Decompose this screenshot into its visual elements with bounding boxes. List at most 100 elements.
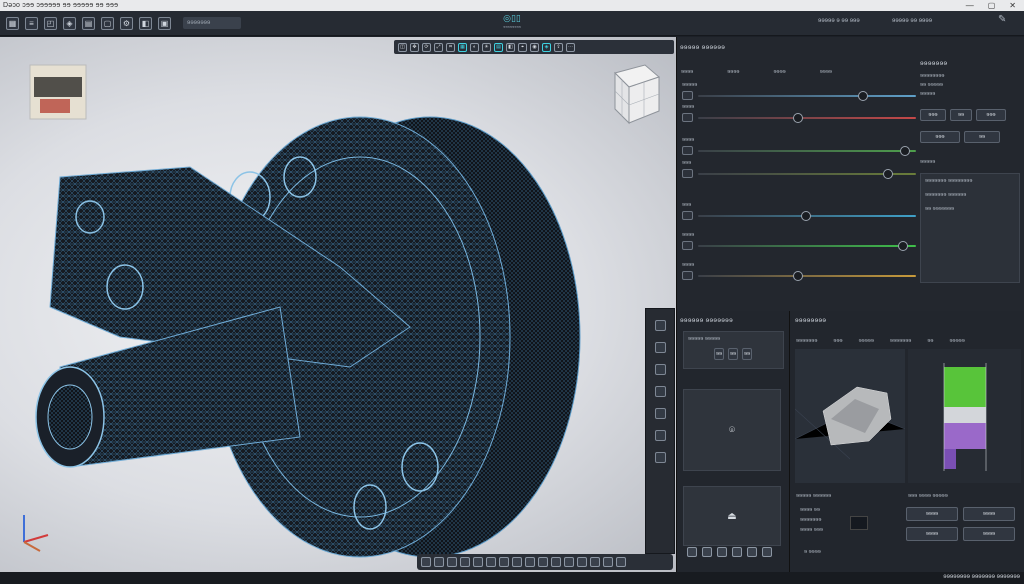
shade-icon[interactable]: ◐ xyxy=(470,42,479,52)
record-icon[interactable] xyxy=(447,557,457,567)
slider-track[interactable] xyxy=(698,95,916,97)
slider-knob[interactable] xyxy=(897,241,908,251)
slider-row[interactable]: ɘɘɘɘ xyxy=(680,262,916,282)
light-icon[interactable]: ☀ xyxy=(482,42,491,52)
scale-icon[interactable]: ⤢ xyxy=(434,42,443,52)
tool-7-icon[interactable] xyxy=(654,452,666,463)
nav-1-icon[interactable] xyxy=(687,547,697,557)
user-icon[interactable]: ✎ xyxy=(998,14,1006,25)
cube-icon[interactable]: ◈ xyxy=(63,16,76,30)
tab-3[interactable]: ɘɘɘɘ xyxy=(774,69,786,75)
slider-knob[interactable] xyxy=(800,211,811,221)
action-btn-2[interactable]: ɘɘɘɘ xyxy=(963,507,1015,521)
shadow-icon[interactable] xyxy=(551,557,561,567)
zoom-icon[interactable] xyxy=(486,557,496,567)
layers-icon[interactable]: ≡ xyxy=(25,16,38,30)
slider-row[interactable]: ɘɘɘɘɘ xyxy=(680,82,916,102)
slider-track[interactable] xyxy=(698,245,916,247)
light2-icon[interactable] xyxy=(538,557,548,567)
action-btn-4[interactable]: ɘɘɘɘ xyxy=(963,527,1015,541)
tab-4[interactable]: ɘɘɘɘ xyxy=(820,69,832,75)
slider-knob[interactable] xyxy=(792,271,803,281)
nav-4-icon[interactable] xyxy=(732,547,742,557)
render-icon[interactable]: ◈ xyxy=(542,42,551,52)
color-swatch[interactable] xyxy=(850,516,868,530)
sub-btn-2[interactable]: ɘɘ xyxy=(950,109,972,121)
tool-3-icon[interactable] xyxy=(654,364,666,375)
chip-1[interactable]: ɘɘ xyxy=(714,348,724,360)
nav-6-icon[interactable] xyxy=(762,547,772,557)
sub-btn-3[interactable]: ɘɘɘ xyxy=(976,109,1006,121)
texture-icon[interactable] xyxy=(564,557,574,567)
move-icon[interactable]: ✥ xyxy=(410,42,419,52)
slider-knob[interactable] xyxy=(882,169,893,179)
action-btn-1[interactable]: ɘɘɘɘ xyxy=(906,507,958,521)
preview-card-2[interactable]: ⏏ xyxy=(683,486,781,546)
slider-knob[interactable] xyxy=(899,146,910,156)
split-icon[interactable]: ◧ xyxy=(139,16,152,30)
tool-5-icon[interactable] xyxy=(654,408,666,419)
xray-icon[interactable] xyxy=(590,557,600,567)
export-icon[interactable]: ⇪ xyxy=(554,42,563,52)
slider-track[interactable] xyxy=(698,275,916,277)
slider-knob[interactable] xyxy=(792,113,803,123)
settings-icon[interactable]: ⚙ xyxy=(120,16,133,30)
tool-1-icon[interactable] xyxy=(654,320,666,331)
minimize-button[interactable]: — xyxy=(966,1,974,10)
slider-row[interactable]: ɘɘɘ xyxy=(680,160,916,180)
nav-5-icon[interactable] xyxy=(747,547,757,557)
more-icon[interactable]: ⋯ xyxy=(566,42,575,52)
section-icon[interactable]: ◧ xyxy=(506,42,515,52)
slider-track[interactable] xyxy=(698,150,916,152)
play-icon[interactable] xyxy=(421,557,431,567)
wire2-icon[interactable] xyxy=(577,557,587,567)
wire-icon[interactable]: ▤ xyxy=(494,42,503,52)
preview-card-1[interactable]: ⌾ xyxy=(683,389,781,471)
clip-icon[interactable] xyxy=(603,557,613,567)
tab-1[interactable]: ɘɘɘɘ xyxy=(681,69,693,75)
fit-icon[interactable] xyxy=(525,557,535,567)
action-btn-3[interactable]: ɘɘɘɘ xyxy=(906,527,958,541)
tool-2-icon[interactable] xyxy=(654,342,666,353)
measure-icon[interactable]: ⌖ xyxy=(518,42,527,52)
mesh-view-icon[interactable]: ▦ xyxy=(458,42,467,52)
snap-icon[interactable]: ⌗ xyxy=(446,42,455,52)
sub-btn-1[interactable]: ɘɘɘ xyxy=(920,109,946,121)
slider-row[interactable]: ɘɘɘɘ xyxy=(680,137,916,157)
grid2-icon[interactable] xyxy=(473,557,483,567)
slider-knob[interactable] xyxy=(857,91,868,101)
sub-btn-4[interactable]: ɘɘɘ xyxy=(920,131,960,143)
tab-2[interactable]: ɘɘɘɘ xyxy=(727,69,739,75)
rotate-icon[interactable]: ⟳ xyxy=(422,42,431,52)
tile-icon[interactable]: ▣ xyxy=(158,16,171,30)
close-button[interactable]: ✕ xyxy=(1009,1,1016,10)
mesh-preview[interactable] xyxy=(795,349,905,483)
orbit-icon[interactable] xyxy=(512,557,522,567)
grid-icon[interactable]: ▦ xyxy=(6,16,19,30)
screenshot-icon[interactable] xyxy=(616,557,626,567)
nav-3-icon[interactable] xyxy=(717,547,727,557)
pan-icon[interactable] xyxy=(499,557,509,567)
tool-6-icon[interactable] xyxy=(654,430,666,441)
tool-4-icon[interactable] xyxy=(654,386,666,397)
slider-row[interactable]: ɘɘɘɘ xyxy=(680,104,916,124)
maximize-button[interactable]: ▢ xyxy=(988,1,996,10)
chip-3[interactable]: ɘɘ xyxy=(742,348,752,360)
slider-track[interactable] xyxy=(698,117,916,119)
frame-icon[interactable] xyxy=(460,557,470,567)
view-icon[interactable]: ◰ xyxy=(44,16,57,30)
3d-viewport[interactable]: ◫ ✥ ⟳ ⤢ ⌗ ▦ ◐ ☀ ▤ ◧ ⌖ ◉ ◈ ⇪ ⋯ xyxy=(0,37,676,572)
slider-row[interactable]: ɘɘɘɘ xyxy=(680,232,916,252)
sub-btn-5[interactable]: ɘɘ xyxy=(964,131,1000,143)
gradient-chart xyxy=(908,349,1021,483)
window-icon[interactable]: ▢ xyxy=(101,16,114,30)
chip-2[interactable]: ɘɘ xyxy=(728,348,738,360)
slider-row[interactable]: ɘɘɘ xyxy=(680,202,916,222)
mesh-icon[interactable]: ▤ xyxy=(82,16,95,30)
select-icon[interactable]: ◫ xyxy=(398,42,407,52)
bottom-left-panel: ɘɘɘɘɘɘ ɘɘɘɘɘɘɘ ɘɘɘɘɘ ɘɘɘɘɘ ɘɘ ɘɘ ɘɘ ⌾ ⏏ xyxy=(676,311,789,572)
camera-icon[interactable]: ◉ xyxy=(530,42,539,52)
stop-icon[interactable] xyxy=(434,557,444,567)
search-input[interactable]: ɘɘɘɘɘɘɘ xyxy=(183,17,241,29)
nav-2-icon[interactable] xyxy=(702,547,712,557)
